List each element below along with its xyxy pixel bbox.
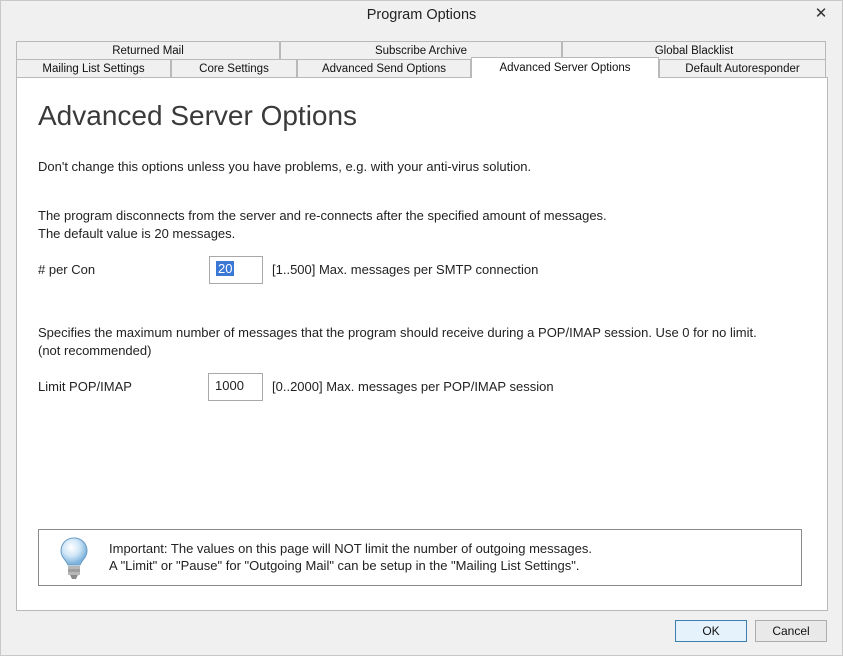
tab-default-autoresponder[interactable]: Default Autoresponder: [659, 59, 826, 77]
pop-description-line1: Specifies the maximum number of messages…: [38, 325, 757, 340]
pop-limit-label: Limit POP/IMAP: [38, 379, 132, 394]
per-con-value: 20: [216, 261, 235, 276]
disconnect-description-line2: The default value is 20 messages.: [38, 226, 236, 241]
intro-text: Don't change this options unless you hav…: [38, 159, 532, 174]
close-icon: ✕: [814, 5, 828, 22]
per-con-input[interactable]: 20: [209, 256, 263, 284]
disconnect-description-line1: The program disconnects from the server …: [38, 208, 607, 223]
cancel-button[interactable]: Cancel: [755, 620, 827, 642]
important-line2: A "Limit" or "Pause" for "Outgoing Mail"…: [109, 558, 580, 573]
pop-limit-input[interactable]: 1000: [208, 373, 263, 401]
important-notice: Important: The values on this page will …: [38, 529, 802, 586]
close-button[interactable]: ✕: [808, 3, 834, 23]
page-title: Advanced Server Options: [38, 100, 358, 131]
tab-core-settings[interactable]: Core Settings: [171, 59, 297, 77]
window-title: Program Options: [366, 7, 477, 23]
important-line1: Important: The values on this page will …: [109, 541, 592, 556]
tab-returned-mail[interactable]: Returned Mail: [16, 41, 280, 59]
per-con-hint: [1..500] Max. messages per SMTP connecti…: [272, 262, 539, 277]
pop-limit-value: 1000: [215, 378, 244, 393]
pop-limit-hint: [0..2000] Max. messages per POP/IMAP ses…: [272, 379, 554, 394]
tab-advanced-server-options[interactable]: Advanced Server Options: [471, 57, 659, 78]
tab-mailing-list-settings[interactable]: Mailing List Settings: [16, 59, 171, 77]
lightbulb-icon: [59, 536, 89, 585]
program-options-window: Program Options ✕ Returned Mail Subscrib…: [0, 0, 843, 656]
pop-description-line2: (not recommended): [38, 343, 152, 358]
tab-advanced-send-options[interactable]: Advanced Send Options: [297, 59, 471, 77]
tab-panel: Advanced Server Options Don't change thi…: [16, 77, 828, 611]
title-bar: Program Options ✕: [1, 1, 842, 33]
per-con-label: # per Con: [38, 262, 96, 277]
ok-button[interactable]: OK: [675, 620, 747, 642]
